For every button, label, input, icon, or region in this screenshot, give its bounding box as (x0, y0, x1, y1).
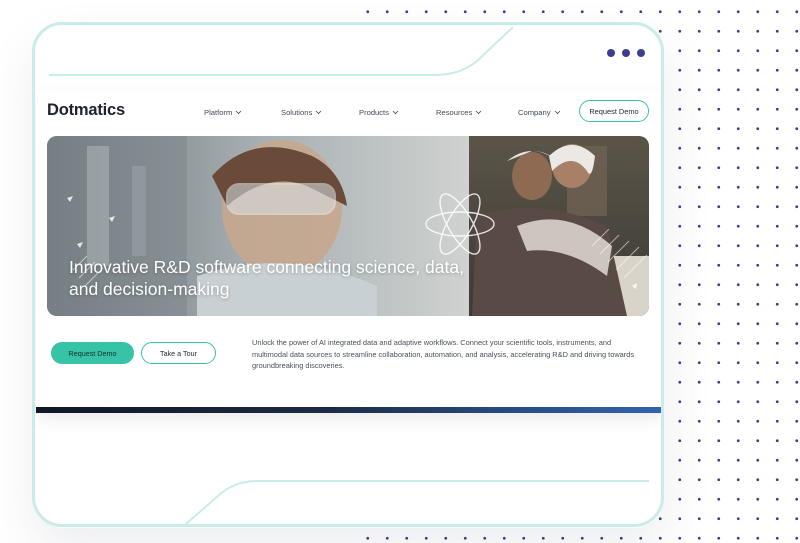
hero-description: Unlock the power of AI integrated data a… (252, 338, 635, 371)
request-demo-button[interactable]: Request Demo (51, 342, 134, 364)
chevron-down-icon (392, 110, 399, 115)
nav-item-label: Company (518, 108, 551, 117)
chevron-down-icon (554, 110, 560, 115)
nav-request-demo-button[interactable]: Request Demo (579, 100, 649, 122)
nav-item-platform[interactable]: Platform (204, 108, 242, 117)
site-navbar: Dotmatics Platform Solutions Products Re… (36, 91, 661, 135)
chevron-down-icon (235, 110, 242, 115)
nav-item-solutions[interactable]: Solutions (281, 108, 322, 117)
nav-item-label: Resources (436, 108, 473, 117)
nav-item-label: Products (359, 108, 389, 117)
nav-item-resources[interactable]: Resources (436, 108, 482, 117)
chevron-down-icon (315, 110, 322, 115)
window-menu-dots-icon[interactable] (607, 49, 645, 57)
browser-frame: Dotmatics Platform Solutions Products Re… (32, 22, 664, 527)
nav-item-products[interactable]: Products (359, 108, 399, 117)
chevron-down-icon (475, 110, 482, 115)
take-a-tour-button[interactable]: Take a Tour (141, 342, 216, 364)
nav-item-label: Platform (204, 108, 233, 117)
hero-banner: Innovative R&D software connecting scien… (47, 136, 649, 316)
dotmatics-logo[interactable]: Dotmatics (47, 101, 125, 120)
nav-item-company[interactable]: Company (518, 108, 561, 117)
nav-item-label: Solutions (281, 108, 313, 117)
website-screenshot: Dotmatics Platform Solutions Products Re… (36, 91, 661, 413)
hero-title: Innovative R&D software connecting scien… (69, 257, 464, 299)
site-bottom-gradient-bar (36, 407, 661, 413)
